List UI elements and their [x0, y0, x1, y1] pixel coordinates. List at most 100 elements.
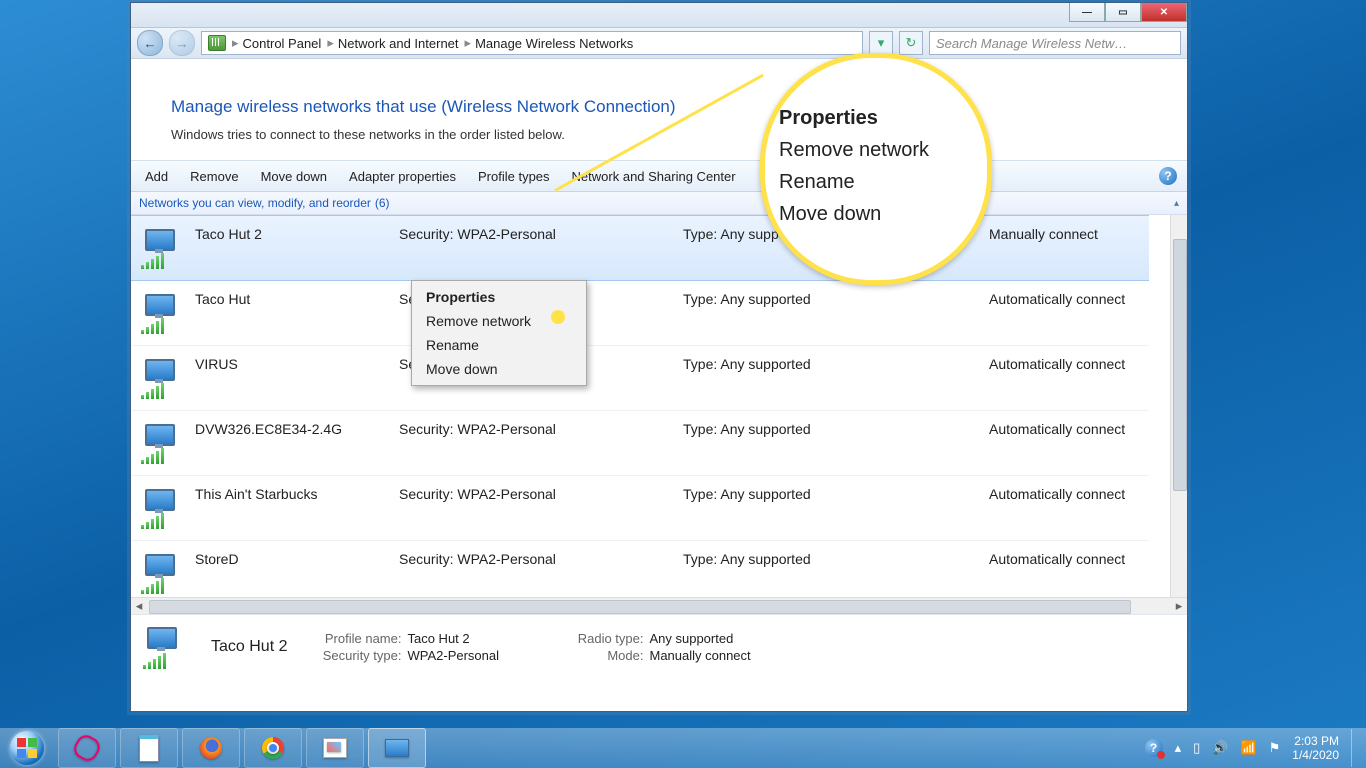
network-security: Security: WPA2-Personal — [399, 226, 556, 242]
address-dropdown[interactable]: ▾ — [869, 31, 893, 55]
clock-time: 2:03 PM — [1292, 734, 1339, 748]
network-row[interactable]: StoreD Security: WPA2-Personal Type: Any s… — [131, 541, 1149, 597]
network-name: Taco Hut 2 — [195, 226, 262, 242]
taskbar-clock[interactable]: 2:03 PM 1/4/2020 — [1292, 734, 1339, 762]
breadcrumb-manage-wireless[interactable]: Manage Wireless Networks — [475, 36, 633, 51]
taskbar-paint[interactable] — [306, 728, 364, 768]
page-header: Manage wireless networks that use (Wirel… — [131, 59, 1187, 160]
callout-remove-network: Remove network — [779, 134, 929, 166]
network-type: Type: Any supported — [683, 551, 811, 567]
details-mode: Manually connect — [649, 648, 789, 663]
vertical-scrollbar[interactable] — [1170, 215, 1187, 597]
group-label: Networks you can view, modify, and reord… — [139, 196, 371, 210]
callout-move-down: Move down — [779, 198, 929, 230]
network-type: Type: Any supported — [683, 486, 811, 502]
toolbar-add[interactable]: Add — [145, 169, 168, 184]
group-count: (6) — [375, 196, 390, 210]
toolbar-adapter-properties[interactable]: Adapter properties — [349, 169, 456, 184]
toolbar-remove[interactable]: Remove — [190, 169, 238, 184]
toolbar-network-sharing-center[interactable]: Network and Sharing Center — [572, 169, 736, 184]
context-menu-move-down[interactable]: Move down — [414, 357, 584, 381]
scroll-right-arrow[interactable]: ▸ — [1171, 598, 1187, 614]
network-security: Security: WPA2-Personal — [399, 421, 556, 437]
details-name: Taco Hut 2 — [211, 638, 287, 656]
control-panel-icon — [208, 35, 226, 51]
callout-properties: Properties — [779, 102, 929, 134]
wifi-network-icon — [139, 420, 187, 466]
taskbar-snipping-tool[interactable] — [58, 728, 116, 768]
hscrollbar-thumb[interactable] — [149, 600, 1131, 614]
network-name: This Ain't Starbucks — [195, 486, 318, 502]
context-menu-rename[interactable]: Rename — [414, 333, 584, 357]
toolbar-profile-types[interactable]: Profile types — [478, 169, 550, 184]
maximize-button[interactable]: ▭ — [1105, 3, 1141, 22]
titlebar[interactable]: — ▭ ✕ — [131, 3, 1187, 28]
explorer-window: — ▭ ✕ ← → ▸Control Panel ▸Network and In… — [130, 2, 1188, 712]
wifi-network-icon — [139, 485, 187, 531]
network-security: Security: WPA2-Personal — [399, 551, 556, 567]
search-input[interactable]: Search Manage Wireless Netw… — [929, 31, 1181, 55]
system-tray: ? ▴ ▯ 🔊 📶 ⚑ 2:03 PM 1/4/2020 — [1145, 729, 1366, 767]
scroll-left-arrow[interactable]: ◂ — [131, 598, 147, 614]
network-list: Taco Hut 2 Security: WPA2-Personal Type: A… — [131, 215, 1187, 597]
taskbar-notepad[interactable] — [120, 728, 178, 768]
network-type: Type: Any supported — [683, 356, 811, 372]
breadcrumb-control-panel[interactable]: Control Panel — [243, 36, 322, 51]
forward-button[interactable]: → — [169, 30, 195, 56]
network-row[interactable]: VIRUSSecurity: WPA2-PersonalType: Any su… — [131, 346, 1149, 411]
wifi-network-icon — [139, 225, 187, 271]
wifi-network-icon — [139, 550, 187, 596]
network-name: StoreD — [195, 551, 239, 567]
network-type: Type: Any supported — [683, 291, 811, 307]
refresh-button[interactable]: ↻ — [899, 31, 923, 55]
callout-dot — [551, 310, 565, 324]
network-row[interactable]: Taco Hut 2Security: WPA2-PersonalType: A… — [131, 215, 1149, 281]
context-menu-properties[interactable]: Properties — [414, 285, 584, 309]
address-bar[interactable]: ▸Control Panel ▸Network and Internet ▸Ma… — [201, 31, 863, 55]
details-pane: Taco Hut 2 Profile name: Taco Hut 2 Radi… — [131, 614, 1187, 679]
show-desktop-button[interactable] — [1351, 729, 1360, 767]
back-button[interactable]: ← — [137, 30, 163, 56]
network-row[interactable]: DVW326.EC8E34-2.4G Security: WPA2-Persona… — [131, 411, 1149, 476]
help-icon[interactable]: ? — [1159, 167, 1177, 185]
toolbar-move-down[interactable]: Move down — [261, 169, 327, 184]
wifi-network-icon — [139, 290, 187, 336]
details-security-type-label: Security type: — [301, 648, 401, 663]
start-button[interactable] — [0, 728, 54, 768]
taskbar: ? ▴ ▯ 🔊 📶 ⚑ 2:03 PM 1/4/2020 — [0, 728, 1366, 768]
command-toolbar: Add Remove Move down Adapter properties … — [131, 160, 1187, 192]
taskbar-firefox[interactable] — [182, 728, 240, 768]
network-connect-mode: Automatically connect — [989, 356, 1125, 372]
battery-icon[interactable]: ▯ — [1193, 740, 1200, 756]
close-button[interactable]: ✕ — [1141, 3, 1187, 22]
details-mode-label: Mode: — [553, 648, 643, 663]
network-icon — [141, 623, 193, 671]
wifi-network-icon — [139, 355, 187, 401]
volume-icon[interactable]: 🔊 — [1212, 740, 1228, 756]
group-header[interactable]: Networks you can view, modify, and reord… — [131, 192, 1187, 215]
tray-show-hidden-icon[interactable]: ▴ — [1175, 740, 1182, 756]
network-row[interactable]: Taco HutSecurity: WPA2-PersonalType: Any… — [131, 281, 1149, 346]
callout-rename: Rename — [779, 166, 929, 198]
taskbar-control-panel[interactable] — [368, 728, 426, 768]
chevron-up-icon[interactable]: ▴ — [1174, 198, 1179, 209]
context-menu: Properties Remove network Rename Move do… — [411, 280, 587, 386]
network-security: Security: WPA2-Personal — [399, 486, 556, 502]
scrollbar-thumb[interactable] — [1173, 239, 1187, 491]
taskbar-chrome[interactable] — [244, 728, 302, 768]
flag-icon[interactable]: ⚑ — [1269, 740, 1281, 756]
network-name: DVW326.EC8E34-2.4G — [195, 421, 342, 437]
network-row[interactable]: This Ain't Starbucks Security: WPA2-Perso… — [131, 476, 1149, 541]
horizontal-scrollbar[interactable]: ◂ ▸ — [131, 597, 1187, 614]
navigation-row: ← → ▸Control Panel ▸Network and Internet… — [131, 28, 1187, 59]
minimize-button[interactable]: — — [1069, 3, 1105, 22]
details-security-type: WPA2-Personal — [407, 648, 547, 663]
network-tray-icon[interactable]: 📶 — [1240, 740, 1256, 756]
action-center-icon[interactable]: ? — [1145, 739, 1163, 757]
network-connect-mode: Manually connect — [989, 226, 1098, 242]
details-radio-type: Any supported — [649, 631, 789, 646]
windows-orb-icon — [10, 731, 44, 765]
details-profile-name-label: Profile name: — [301, 631, 401, 646]
breadcrumb-network-internet[interactable]: Network and Internet — [338, 36, 459, 51]
network-connect-mode: Automatically connect — [989, 486, 1125, 502]
